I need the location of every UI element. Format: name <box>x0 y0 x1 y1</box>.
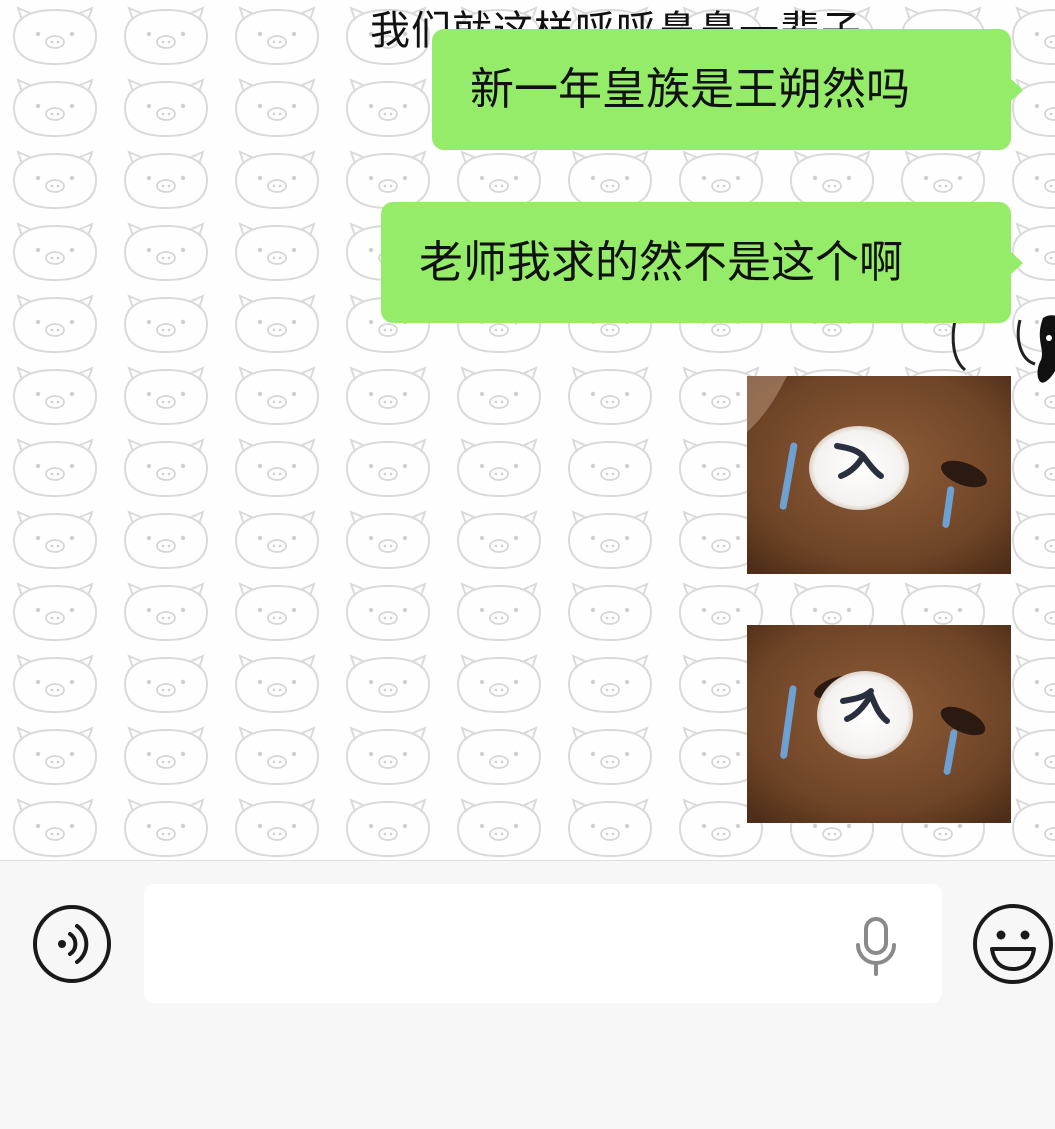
message-text: 新一年皇族是王朔然吗 <box>470 63 910 115</box>
crying-bear-sticker-icon <box>747 625 1011 823</box>
chat-message-area[interactable]: 我们就这样呼呼鼻鼻一辈子 新一年皇族是王朔然吗 老师我求的然不是这个啊 <box>0 0 1055 860</box>
crying-bear-sticker[interactable] <box>747 625 1011 823</box>
outgoing-message-bubble[interactable]: 老师我求的然不是这个啊 <box>381 202 1023 323</box>
emoji-smile-icon <box>973 904 1053 984</box>
outgoing-message-bubble[interactable]: 新一年皇族是王朔然吗 <box>432 29 1023 150</box>
microphone-button[interactable] <box>853 917 899 977</box>
voice-mode-button[interactable] <box>32 904 112 984</box>
crying-bear-sticker-icon <box>747 376 1011 574</box>
crying-bear-sticker[interactable] <box>747 376 1011 574</box>
emoji-button[interactable] <box>972 903 1054 985</box>
message-input-bar <box>0 860 1055 1129</box>
microphone-icon <box>856 917 896 976</box>
voice-mode-icon <box>33 905 111 983</box>
message-text: 老师我求的然不是这个啊 <box>419 236 903 288</box>
message-input[interactable] <box>144 884 942 1003</box>
